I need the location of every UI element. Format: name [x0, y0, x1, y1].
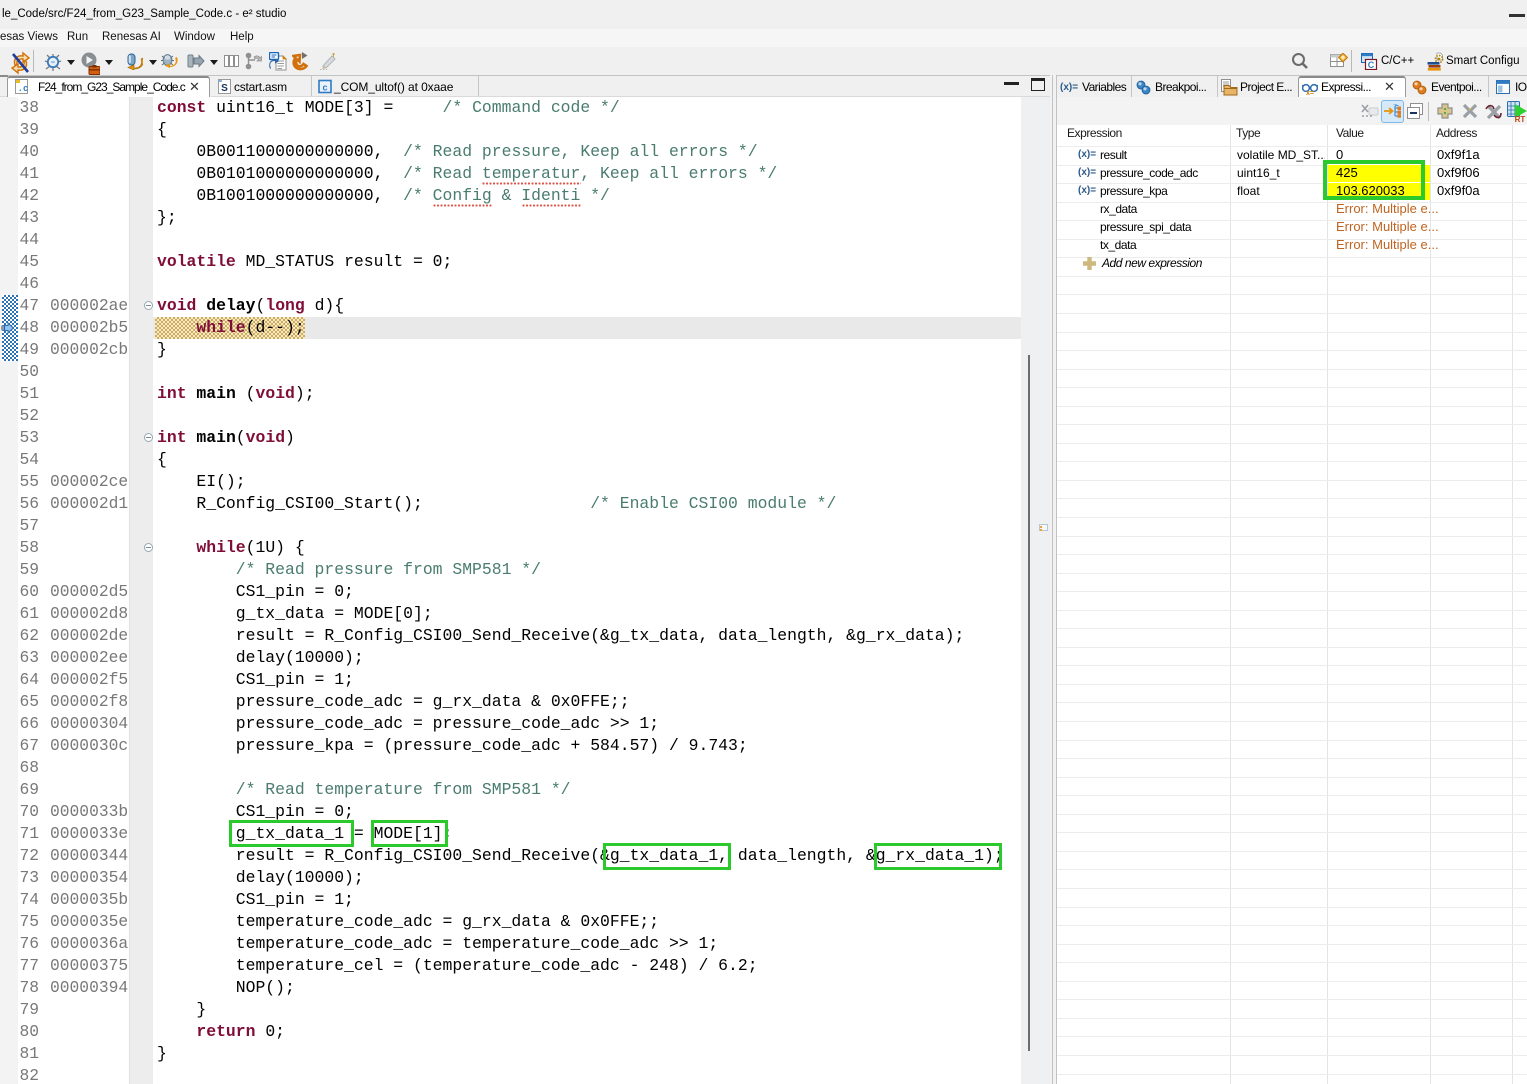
svg-text:RT: RT [1515, 115, 1526, 123]
svg-text:x=: x= [1306, 90, 1314, 95]
svg-text:C: C [1368, 60, 1375, 70]
svg-text:.c: .c [18, 84, 29, 94]
svg-text:S: S [221, 83, 228, 94]
svg-text:c: c [322, 83, 327, 93]
